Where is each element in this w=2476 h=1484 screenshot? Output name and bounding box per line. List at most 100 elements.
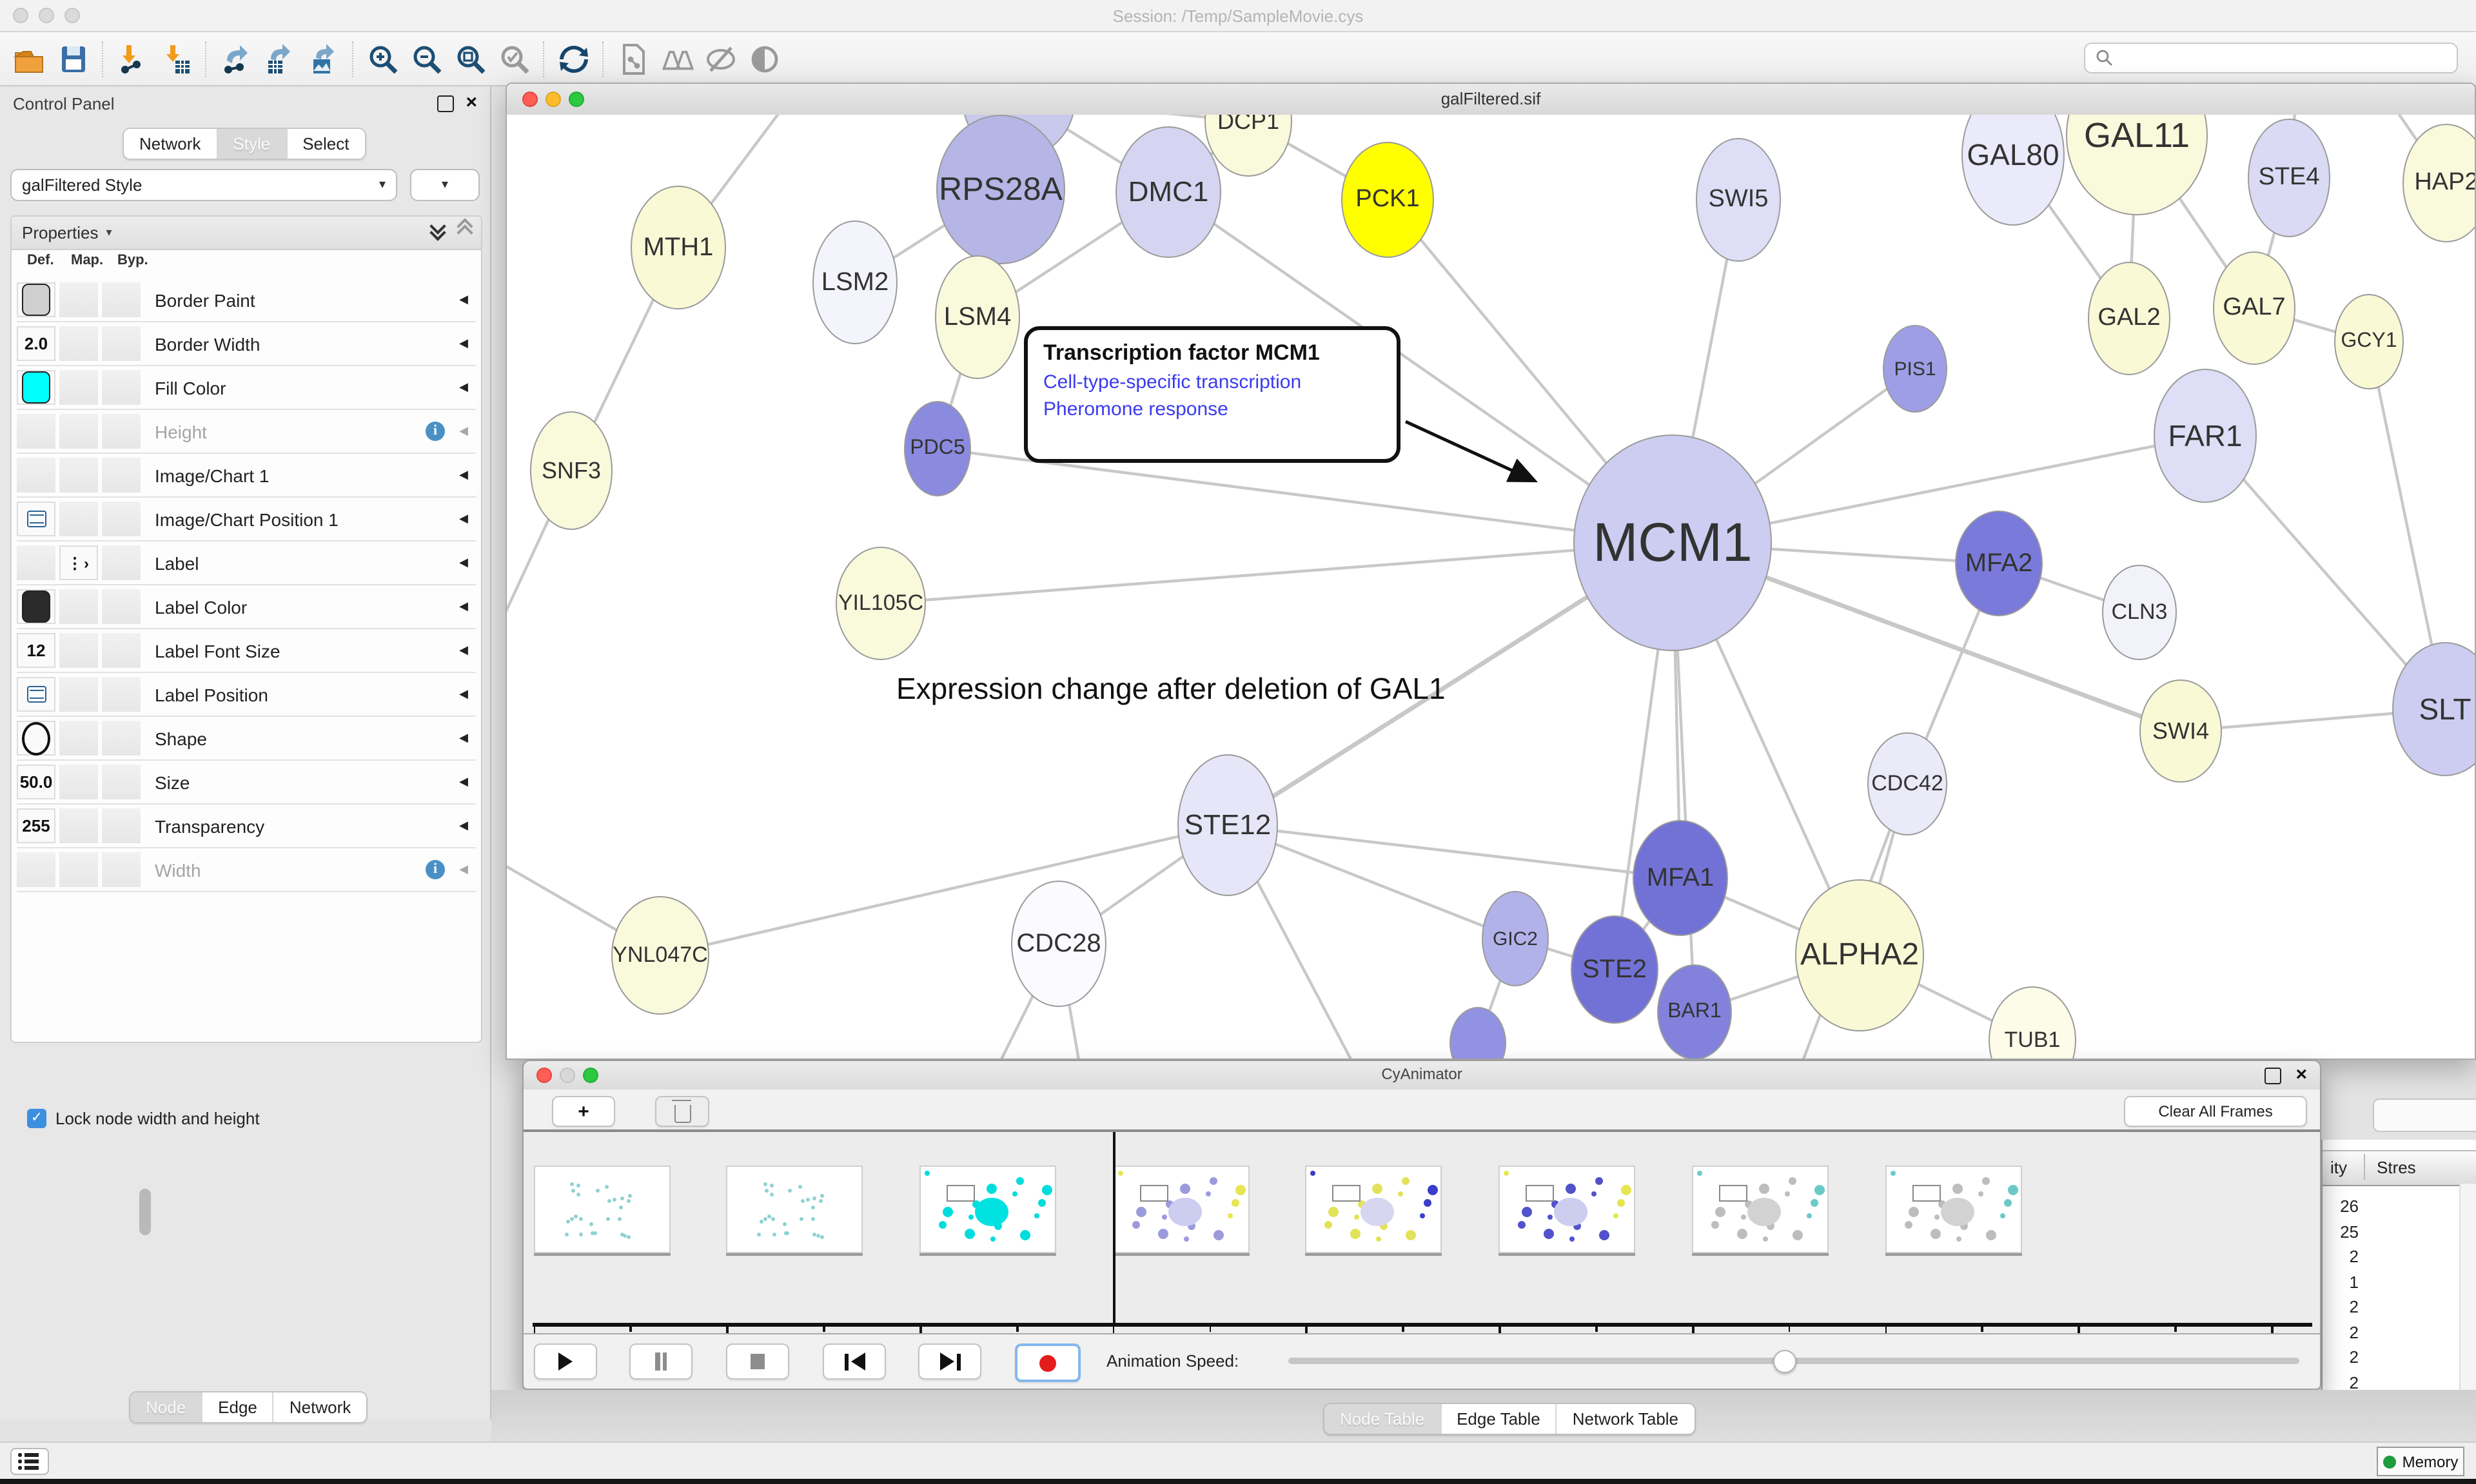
expand-row-icon[interactable]: ◀ [459, 863, 468, 877]
add-frame-button[interactable]: + [552, 1096, 615, 1127]
properties-header[interactable]: Properties ▾ [12, 217, 481, 250]
network-node-SLT2[interactable]: SLT [2392, 642, 2475, 776]
default-value-cell[interactable] [17, 677, 55, 712]
mapping-cell[interactable] [59, 852, 98, 887]
cyanimator-timeline[interactable]: 0123456789 Seconds [524, 1132, 2320, 1334]
delete-frame-button[interactable] [655, 1096, 709, 1127]
default-value-cell[interactable]: 2.0 [17, 326, 55, 361]
memory-button[interactable]: Memory [2377, 1447, 2464, 1476]
network-node-node-bottom[interactable] [1449, 1007, 1506, 1059]
table-cell[interactable]: 2 [2325, 1247, 2359, 1266]
network-node-GAL11[interactable]: GAL11 [2066, 115, 2208, 215]
zoom-selected-icon[interactable] [493, 37, 536, 81]
table-cell[interactable]: 1 [2325, 1272, 2359, 1291]
import-table-icon[interactable] [155, 37, 199, 81]
expand-row-icon[interactable]: ◀ [459, 643, 468, 658]
style-target-tab-network[interactable]: Network [274, 1392, 366, 1422]
network-node-MCM1[interactable]: MCM1 [1573, 434, 1772, 651]
bottom-tab-network-table[interactable]: Network Table [1557, 1404, 1694, 1434]
info-icon[interactable]: i [426, 422, 445, 441]
table-cell[interactable]: 2 [2325, 1322, 2359, 1342]
default-value-cell[interactable] [17, 721, 55, 756]
style-selector[interactable]: galFiltered Style ▾ [10, 169, 397, 201]
lock-size-row[interactable]: ✓ Lock node width and height [27, 1109, 260, 1128]
default-value-cell[interactable] [17, 545, 55, 580]
search-objects-icon[interactable] [655, 37, 699, 81]
expand-row-icon[interactable]: ◀ [459, 512, 468, 526]
panel-menu-button[interactable] [10, 1448, 49, 1475]
tab-select[interactable]: Select [287, 129, 364, 159]
open-session-icon[interactable] [8, 37, 52, 81]
float-panel-icon[interactable] [2265, 1068, 2281, 1084]
network-node-PIS1[interactable]: PIS1 [1883, 325, 1947, 413]
cyanimator-titlebar[interactable]: CyAnimator × [524, 1061, 2320, 1091]
record-button[interactable] [1015, 1343, 1081, 1382]
float-panel-icon[interactable] [437, 95, 454, 112]
frame-thumbnail-7[interactable] [1885, 1166, 2021, 1253]
bypass-cell[interactable] [102, 545, 141, 580]
zoom-out-icon[interactable] [405, 37, 449, 81]
table-toolbar-button[interactable] [2373, 1098, 2476, 1132]
network-node-TUB1[interactable]: TUB1 [1989, 986, 2076, 1059]
frame-thumbnail-5[interactable] [1498, 1166, 1635, 1253]
expand-row-icon[interactable]: ◀ [459, 819, 468, 833]
table-column-headers[interactable]: ity Stres [2323, 1150, 2476, 1186]
property-row-height[interactable]: Heighti◀ [17, 410, 476, 454]
step-forward-button[interactable] [918, 1343, 981, 1380]
bypass-cell[interactable] [102, 502, 141, 536]
property-row-size[interactable]: 50.0Size◀ [17, 761, 476, 805]
frame-thumbnail-3[interactable] [1112, 1166, 1249, 1253]
bypass-cell[interactable] [102, 370, 141, 405]
search-input[interactable] [2084, 43, 2458, 73]
mapping-cell[interactable] [59, 326, 98, 361]
network-node-SWI4[interactable]: SWI4 [2139, 679, 2222, 783]
bypass-cell[interactable] [102, 765, 141, 799]
default-value-cell[interactable]: 12 [17, 633, 55, 668]
network-node-FAR1[interactable]: FAR1 [2154, 369, 2257, 503]
network-node-GCY1[interactable]: GCY1 [2334, 294, 2404, 389]
network-node-SWI5[interactable]: SWI5 [1696, 138, 1781, 262]
table-col-ity[interactable]: ity [2330, 1158, 2347, 1177]
network-node-DMC1[interactable]: DMC1 [1115, 126, 1221, 258]
network-node-STE12[interactable]: STE12 [1177, 754, 1278, 896]
table-cell[interactable]: 2 [2325, 1347, 2359, 1367]
network-node-YNL047C[interactable]: YNL047C [611, 896, 709, 1015]
save-session-icon[interactable] [52, 37, 95, 81]
expand-row-icon[interactable]: ◀ [459, 424, 468, 438]
network-window-titlebar[interactable]: galFiltered.sif [507, 84, 2475, 116]
table-col-stress[interactable]: Stres [2377, 1158, 2416, 1177]
mapping-cell[interactable] [59, 282, 98, 317]
bypass-cell[interactable] [102, 326, 141, 361]
annotation-box[interactable]: Transcription factor MCM1 Cell-type-spec… [1024, 326, 1400, 463]
network-node-BAR1[interactable]: BAR1 [1657, 964, 1732, 1059]
mapping-cell[interactable] [59, 370, 98, 405]
network-node-ALPHA2[interactable]: ALPHA2 [1795, 879, 1924, 1031]
network-file-icon[interactable] [611, 37, 655, 81]
property-row-shape[interactable]: Shape◀ [17, 717, 476, 761]
table-cell[interactable]: 25 [2325, 1222, 2359, 1241]
animation-speed-slider[interactable] [1288, 1358, 2299, 1364]
expand-row-icon[interactable]: ◀ [459, 556, 468, 570]
annotation-link[interactable]: Pheromone response [1043, 398, 1381, 420]
bottom-tab-edge-table[interactable]: Edge Table [1441, 1404, 1557, 1434]
mapping-cell[interactable] [59, 458, 98, 493]
mapping-cell[interactable] [59, 589, 98, 624]
expand-row-icon[interactable]: ◀ [459, 380, 468, 395]
clear-all-frames-button[interactable]: Clear All Frames [2124, 1096, 2307, 1127]
network-node-LSM4[interactable]: LSM4 [935, 255, 1020, 379]
table-cell[interactable]: 2 [2325, 1372, 2359, 1392]
tab-network[interactable]: Network [124, 129, 217, 159]
network-node-RPS28A[interactable]: RPS28A [936, 115, 1065, 264]
step-back-button[interactable] [823, 1343, 886, 1380]
default-value-cell[interactable] [17, 589, 55, 624]
frame-thumbnail-6[interactable] [1692, 1166, 1829, 1253]
expand-row-icon[interactable]: ◀ [459, 687, 468, 701]
annotation-link[interactable]: Cell-type-specific transcription [1043, 371, 1381, 393]
property-row-label[interactable]: ⋮›Label◀ [17, 542, 476, 585]
network-node-GAL7[interactable]: GAL7 [2213, 251, 2295, 365]
slider-thumb[interactable] [1773, 1350, 1796, 1373]
default-value-cell[interactable] [17, 282, 55, 317]
bypass-cell[interactable] [102, 282, 141, 317]
style-target-tab-edge[interactable]: Edge [202, 1392, 274, 1422]
network-node-YIL105C[interactable]: YIL105C [836, 547, 926, 660]
